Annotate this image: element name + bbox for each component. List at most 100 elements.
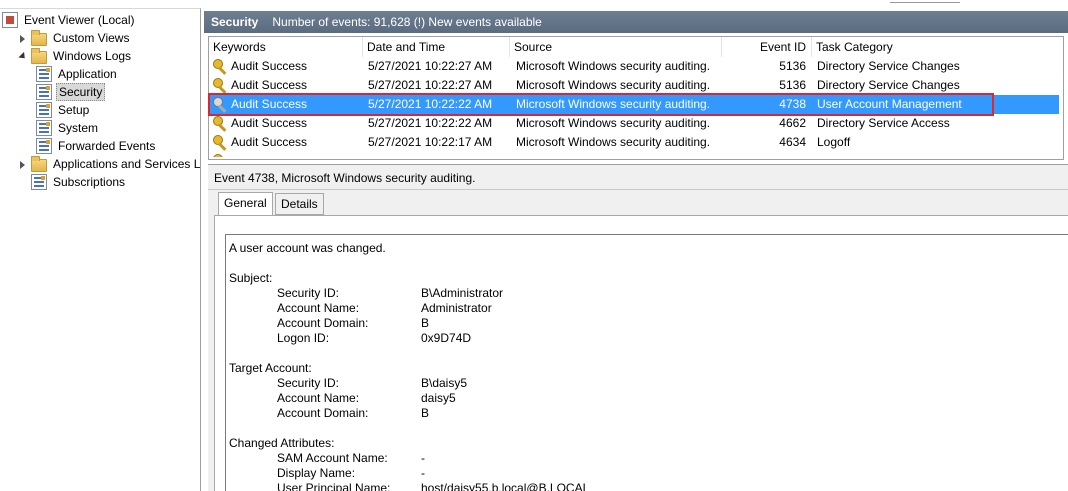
field-label: SAM Account Name: — [277, 451, 388, 465]
cell-event-id: 4634 — [779, 135, 806, 149]
event-list-header: Keywords Date and Time Source Event ID T… — [209, 37, 1063, 57]
window-top-strip — [0, 0, 1068, 8]
cell-source: Microsoft Windows security auditing. — [516, 59, 711, 73]
tree-item-event-viewer-local[interactable]: Event Viewer (Local) — [2, 11, 137, 29]
tree-item-label: Custom Views — [53, 31, 130, 45]
field-value: daisy5 — [421, 391, 456, 405]
tree-item-label: Subscriptions — [53, 175, 126, 189]
section-heading: Target Account: — [229, 361, 312, 375]
tree-item-application[interactable]: Application — [36, 65, 119, 83]
cell-source: Microsoft Windows security auditing. — [516, 135, 711, 149]
log-header-bar: Security Number of events: 91,628 (!) Ne… — [204, 11, 1068, 33]
log-icon — [36, 102, 52, 118]
key-icon — [213, 154, 228, 157]
event-row[interactable]: Audit Success 5/27/2021 10:22:17 AM Micros… — [209, 133, 1059, 152]
tree-item-setup[interactable]: Setup — [36, 101, 91, 119]
cell-task: Directory Service Changes — [817, 59, 960, 73]
cell-datetime: 5/27/2021 10:22:22 AM — [368, 116, 493, 130]
cell-keywords: Audit Success — [231, 59, 308, 73]
tree-item-subscriptions[interactable]: Subscriptions — [18, 173, 127, 191]
tree-item-label: Applications and Services L — [53, 157, 201, 171]
column-source[interactable]: Source — [510, 37, 722, 57]
highlight-annotation-box — [208, 93, 994, 116]
folder-icon — [31, 29, 47, 46]
cell-source: Microsoft Windows security auditing. — [516, 116, 711, 130]
tree-item-forwarded-events[interactable]: Forwarded Events — [36, 137, 157, 155]
column-task-category[interactable]: Task Category — [812, 37, 1063, 57]
key-icon — [213, 135, 228, 150]
field-value: host/daisy55.b.local@B.LOCAL — [421, 481, 590, 491]
key-icon — [213, 78, 228, 93]
tree-item-custom-views[interactable]: Custom Views — [18, 29, 131, 47]
log-icon — [36, 138, 52, 154]
field-value: - — [421, 466, 425, 480]
tree-item-label: System — [58, 121, 99, 135]
field-value: Administrator — [421, 301, 492, 315]
column-keywords[interactable]: Keywords — [209, 37, 363, 57]
field-label: Logon ID: — [277, 331, 330, 345]
log-icon — [36, 66, 52, 82]
field-label: Account Name: — [277, 391, 360, 405]
expanded-arrow-icon[interactable] — [18, 52, 27, 61]
cell-datetime: 5/27/2021 10:22:27 AM — [368, 59, 493, 73]
key-icon — [213, 116, 228, 131]
section-heading: Subject: — [229, 271, 273, 285]
log-title: Security — [211, 15, 259, 29]
field-value: B — [421, 406, 430, 420]
field-label: Security ID: — [277, 286, 340, 300]
expand-arrow-icon[interactable] — [18, 160, 27, 169]
tab-details[interactable]: Details — [275, 193, 324, 215]
key-icon — [213, 59, 228, 74]
tab-general[interactable]: General — [218, 192, 273, 216]
expand-arrow-icon[interactable] — [18, 34, 27, 43]
field-value: B\Administrator — [421, 286, 504, 300]
event-detail-pane: Event 4738, Microsoft Windows security a… — [208, 164, 1068, 491]
cell-task: Logoff — [817, 135, 851, 149]
cell-keywords: Audit Success — [231, 116, 308, 130]
folder-icon — [31, 155, 47, 172]
event-row-partial[interactable] — [209, 152, 1059, 157]
cell-datetime: 5/27/2021 10:22:17 AM — [368, 135, 493, 149]
cell-event-id: 5136 — [779, 59, 806, 73]
field-value: 0x9D74D — [421, 331, 472, 345]
field-label: Account Domain: — [277, 406, 369, 420]
event-row[interactable]: Audit Success 5/27/2021 10:22:27 AM Micros… — [209, 57, 1059, 76]
event-description[interactable]: A user account was changed. Subject: Secur… — [225, 234, 1068, 491]
tree-item-windows-logs[interactable]: Windows Logs — [18, 47, 133, 65]
tree-item-label: Setup — [58, 103, 90, 117]
tree-item-label: Event Viewer (Local) — [24, 13, 135, 27]
tree-item-label: Application — [58, 67, 117, 81]
cell-task: Directory Service Access — [817, 116, 950, 130]
navigation-tree[interactable]: Event Viewer (Local) Custom Views Windows … — [0, 8, 201, 491]
field-label: User Principal Name: — [277, 481, 391, 491]
column-date-time[interactable]: Date and Time — [363, 37, 510, 57]
field-value: B — [421, 316, 430, 330]
event-viewer-icon — [2, 12, 18, 28]
tree-item-applications-and-services-l[interactable]: Applications and Services L — [18, 155, 201, 173]
log-icon — [36, 120, 52, 136]
main-pane: Security Number of events: 91,628 (!) Ne… — [204, 8, 1068, 491]
event-detail-title: Event 4738, Microsoft Windows security a… — [214, 171, 476, 185]
field-label: Account Name: — [277, 301, 360, 315]
field-label: Account Domain: — [277, 316, 369, 330]
log-icon — [31, 174, 47, 190]
cell-keywords: Audit Success — [231, 135, 308, 149]
tree-item-label: Windows Logs — [53, 49, 132, 63]
log-icon — [36, 84, 52, 100]
field-label: Security ID: — [277, 376, 340, 390]
event-count-info: Number of events: 91,628 (!) New events … — [272, 15, 542, 29]
event-row[interactable]: Audit Success 5/27/2021 10:22:22 AM Micros… — [209, 114, 1059, 133]
divider — [208, 189, 1068, 190]
folder-icon — [31, 47, 47, 64]
general-tab-body: A user account was changed. Subject: Secur… — [214, 215, 1068, 491]
cell-event-id: 4662 — [779, 116, 806, 130]
column-event-id[interactable]: Event ID — [722, 37, 812, 57]
tree-item-system[interactable]: System — [36, 119, 100, 137]
field-label: Display Name: — [277, 466, 356, 480]
field-value: B\daisy5 — [421, 376, 468, 390]
tree-item-label: Forwarded Events — [58, 139, 156, 153]
tree-item-security[interactable]: Security — [36, 83, 106, 101]
event-summary: A user account was changed. — [229, 241, 386, 255]
tree-item-label: Security — [56, 83, 106, 101]
